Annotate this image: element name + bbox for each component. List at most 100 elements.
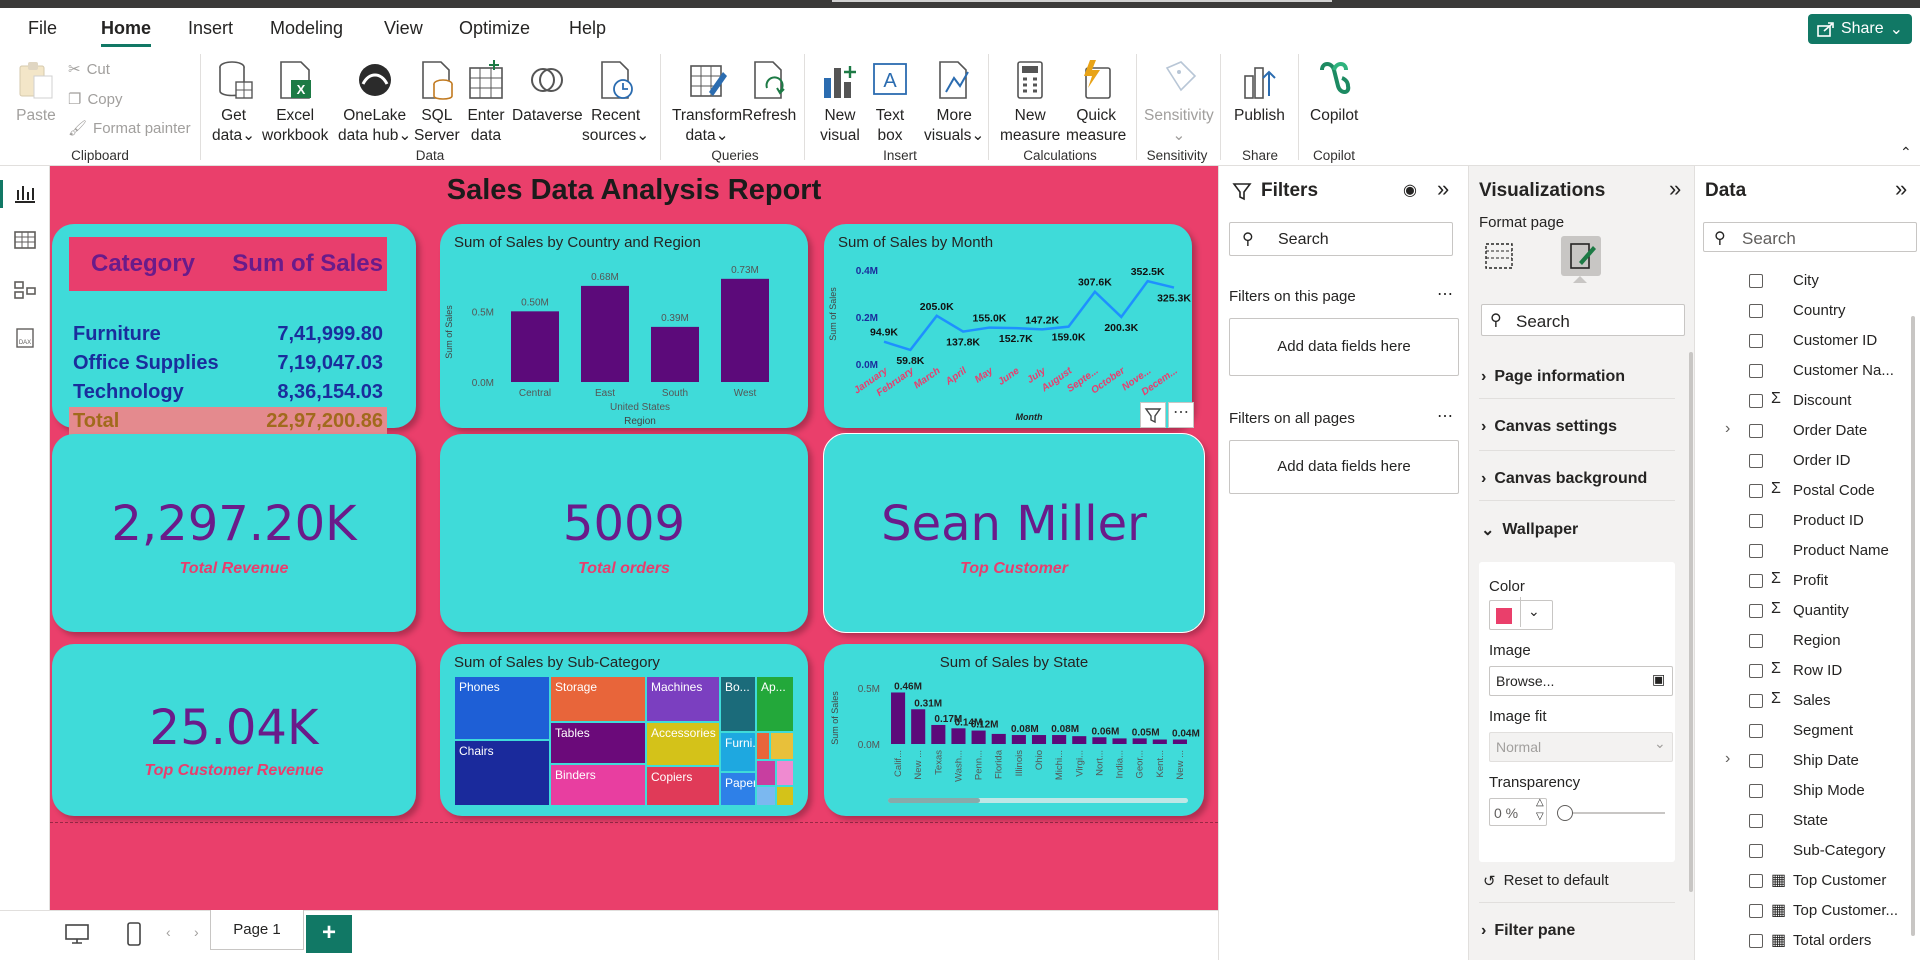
new-measure-button[interactable]: New measure (1000, 58, 1060, 146)
column-header-category[interactable]: Category (69, 237, 225, 291)
field-checkbox[interactable] (1749, 394, 1763, 408)
field-checkbox[interactable] (1749, 364, 1763, 378)
field-checkbox[interactable] (1749, 334, 1763, 348)
field-checkbox[interactable] (1749, 874, 1763, 888)
report-canvas[interactable]: Sales Data Analysis Report Category Sum … (50, 166, 1218, 910)
menu-view[interactable]: View (384, 18, 423, 39)
treemap-tile[interactable]: Binders (550, 764, 646, 806)
model-view-icon[interactable] (13, 280, 37, 300)
treemap-tile[interactable]: Furni... (720, 732, 756, 772)
dax-query-view-icon[interactable]: DAX (13, 328, 37, 348)
previous-page-icon[interactable]: ‹ (166, 924, 171, 940)
paste-button[interactable]: Paste (16, 58, 56, 126)
stepper-down-icon[interactable]: ▽ (1536, 811, 1544, 822)
top-customer-card[interactable]: Sean Miller Top Customer (823, 433, 1205, 633)
next-page-icon[interactable]: › (194, 924, 199, 940)
reset-to-default-button[interactable]: ↺ Reset to default (1483, 872, 1609, 890)
report-view-icon[interactable] (13, 184, 37, 204)
treemap-tile[interactable]: Ap... (756, 676, 794, 732)
filter-icon[interactable] (1140, 402, 1166, 428)
menu-optimize[interactable]: Optimize (459, 18, 530, 39)
menu-file[interactable]: File (28, 18, 57, 39)
excel-workbook-button[interactable]: X Excel workbook (262, 58, 328, 146)
total-revenue-card[interactable]: 2,297.20K Total Revenue (52, 434, 416, 632)
field-checkbox[interactable] (1749, 844, 1763, 858)
copy-button[interactable]: ❐ Copy (68, 90, 122, 109)
treemap-tile[interactable] (756, 760, 776, 786)
scrollbar[interactable] (1911, 316, 1915, 936)
collapse-ribbon-icon[interactable]: ⌃ (1900, 144, 1912, 161)
get-data-button[interactable]: Get data⌄ (212, 58, 255, 146)
more-options-icon[interactable]: ⋯ (1168, 402, 1194, 428)
share-button[interactable]: Share ⌄ (1808, 14, 1912, 44)
sales-by-month-chart[interactable]: Sum of Sales by Month Sum of Sales 0.4M 0.… (824, 224, 1192, 428)
sales-by-region-chart[interactable]: Sum of Sales by Country and Region Sum o… (440, 224, 808, 428)
transparency-slider-thumb[interactable] (1557, 805, 1573, 821)
dataverse-button[interactable]: Dataverse (512, 58, 583, 126)
transparency-input[interactable]: 0 % △ ▽ (1489, 797, 1547, 826)
section-page-information[interactable]: › Page information (1481, 368, 1625, 386)
color-picker[interactable]: ⌄ (1489, 597, 1553, 630)
column-header-sales[interactable]: Sum of Sales (225, 237, 387, 291)
text-box-button[interactable]: A Text box (870, 58, 910, 146)
refresh-button[interactable]: Refresh (742, 58, 796, 126)
page-tab[interactable]: Page 1 (210, 910, 304, 950)
section-filter-pane[interactable]: › Filter pane (1481, 922, 1575, 940)
more-options-icon[interactable]: ⋯ (1437, 284, 1453, 304)
field-checkbox[interactable] (1749, 694, 1763, 708)
treemap-tile[interactable] (756, 732, 770, 760)
menu-modeling[interactable]: Modeling (270, 18, 343, 39)
treemap-tile[interactable]: Bo... (720, 676, 756, 732)
field-checkbox[interactable] (1749, 274, 1763, 288)
treemap-tile[interactable]: Paper (720, 772, 756, 806)
collapse-visualizations-icon[interactable]: » (1669, 176, 1681, 202)
section-wallpaper[interactable]: ⌄ Wallpaper (1481, 520, 1578, 540)
field-checkbox[interactable] (1749, 424, 1763, 438)
desktop-layout-icon[interactable] (64, 923, 90, 945)
field-checkbox[interactable] (1749, 934, 1763, 948)
more-options-icon[interactable]: ⋯ (1437, 406, 1453, 426)
field-checkbox[interactable] (1749, 304, 1763, 318)
field-checkbox[interactable] (1749, 514, 1763, 528)
chevron-right-icon[interactable]: › (1725, 420, 1730, 438)
treemap-tile[interactable]: Chairs (454, 740, 550, 806)
quick-measure-button[interactable]: Quick measure (1066, 58, 1126, 146)
section-canvas-settings[interactable]: › Canvas settings (1481, 418, 1617, 436)
collapse-data-icon[interactable]: » (1895, 176, 1907, 202)
sales-by-subcategory-treemap[interactable]: Sum of Sales by Sub-Category Phones Chair… (440, 644, 808, 816)
field-checkbox[interactable] (1749, 664, 1763, 678)
menu-help[interactable]: Help (569, 18, 606, 39)
image-browse-input[interactable]: Browse... ▣ (1489, 666, 1673, 696)
enter-data-button[interactable]: Enter data (466, 58, 506, 146)
treemap-tile[interactable] (756, 786, 776, 806)
field-checkbox[interactable] (1749, 454, 1763, 468)
field-checkbox[interactable] (1749, 724, 1763, 738)
scrollbar[interactable] (1689, 352, 1693, 892)
menu-home[interactable]: Home (101, 18, 152, 47)
copilot-button[interactable]: Copilot (1310, 58, 1358, 126)
sales-by-state-chart[interactable]: Sum of Sales by State Sum of Sales 0.5M 0.… (824, 644, 1204, 816)
treemap-tile[interactable] (770, 732, 794, 760)
format-painter-button[interactable]: 🖌 Format painter (68, 119, 191, 138)
field-checkbox[interactable] (1749, 754, 1763, 768)
add-fields-drop-zone[interactable]: Add data fields here (1229, 318, 1459, 376)
field-checkbox[interactable] (1749, 604, 1763, 618)
field-checkbox[interactable] (1749, 634, 1763, 648)
format-visual-tab[interactable] (1561, 236, 1601, 276)
visualizations-search-input[interactable]: ⚲ Search (1481, 304, 1685, 336)
field-checkbox[interactable] (1749, 904, 1763, 918)
field-checkbox[interactable] (1749, 544, 1763, 558)
field-checkbox[interactable] (1749, 574, 1763, 588)
data-search-input[interactable]: ⚲ Search (1703, 222, 1917, 252)
more-visuals-button[interactable]: More visuals⌄ (924, 58, 984, 146)
field-checkbox[interactable] (1749, 784, 1763, 798)
add-page-button[interactable]: + (306, 915, 352, 953)
mobile-layout-icon[interactable] (126, 921, 142, 947)
publish-button[interactable]: Publish (1234, 58, 1285, 126)
treemap-tile[interactable]: Storage (550, 676, 646, 722)
total-orders-card[interactable]: 5009 Total orders (440, 434, 808, 632)
chevron-right-icon[interactable]: › (1725, 750, 1730, 768)
treemap-tile[interactable] (776, 760, 794, 786)
sql-server-button[interactable]: SQL Server (414, 58, 460, 146)
category-table-card[interactable]: Category Sum of Sales Furniture 7,41,999.… (52, 224, 416, 436)
